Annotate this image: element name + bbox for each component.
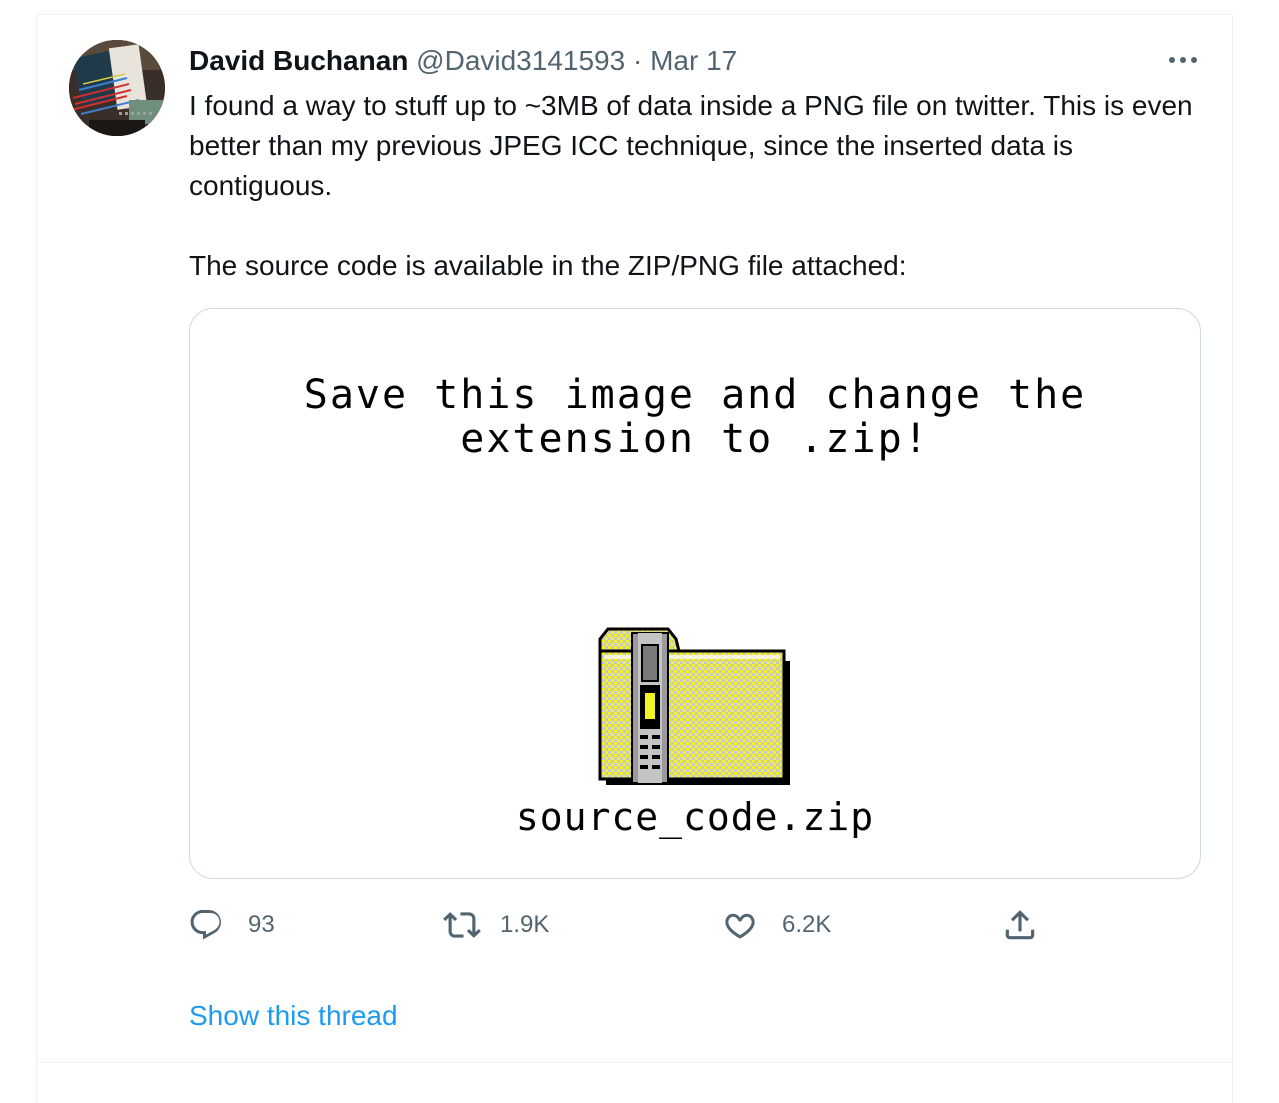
more-options-button[interactable] <box>1162 44 1204 76</box>
tweet-text-paragraph-2: The source code is available in the ZIP/… <box>189 250 907 281</box>
media-image[interactable]: Save this image and change the extension… <box>189 308 1201 879</box>
avatar-image <box>69 40 165 136</box>
zip-folder-icon <box>598 627 790 785</box>
show-thread-link[interactable]: Show this thread <box>189 996 398 1036</box>
share-button[interactable] <box>1000 900 1040 950</box>
author-handle[interactable]: @David3141593 <box>416 45 625 76</box>
media-heading: Save this image and change the extension… <box>190 373 1200 461</box>
avatar[interactable] <box>69 40 165 136</box>
reply-icon <box>186 905 226 945</box>
tweet-header: David Buchanan @David3141593 · Mar 17 <box>189 44 737 78</box>
header-separator: · <box>632 45 643 76</box>
more-horizontal-icon <box>1169 57 1197 63</box>
reply-button[interactable]: 93 <box>186 900 275 950</box>
author-name[interactable]: David Buchanan <box>189 45 408 76</box>
retweet-count: 1.9K <box>500 911 550 938</box>
like-count: 6.2K <box>782 911 832 938</box>
reply-count: 93 <box>248 911 275 938</box>
retweet-button[interactable]: 1.9K <box>442 900 549 950</box>
tweet-text-paragraph-1: I found a way to stuff up to ~3MB of dat… <box>189 90 1193 201</box>
next-tweet-edge <box>36 1063 1233 1103</box>
heart-icon <box>720 905 760 945</box>
like-button[interactable]: 6.2K <box>720 900 831 950</box>
tweet-date[interactable]: Mar 17 <box>650 45 737 76</box>
media-heading-line-1: Save this image and change the <box>303 372 1087 418</box>
media-heading-line-2: extension to .zip! <box>460 416 930 462</box>
tweet-text: I found a way to stuff up to ~3MB of dat… <box>189 86 1199 286</box>
retweet-icon <box>442 905 482 945</box>
share-icon <box>1000 905 1040 945</box>
media-filename: source_code.zip <box>515 795 875 839</box>
action-bar: 93 1.9K 6.2K <box>186 900 1206 950</box>
